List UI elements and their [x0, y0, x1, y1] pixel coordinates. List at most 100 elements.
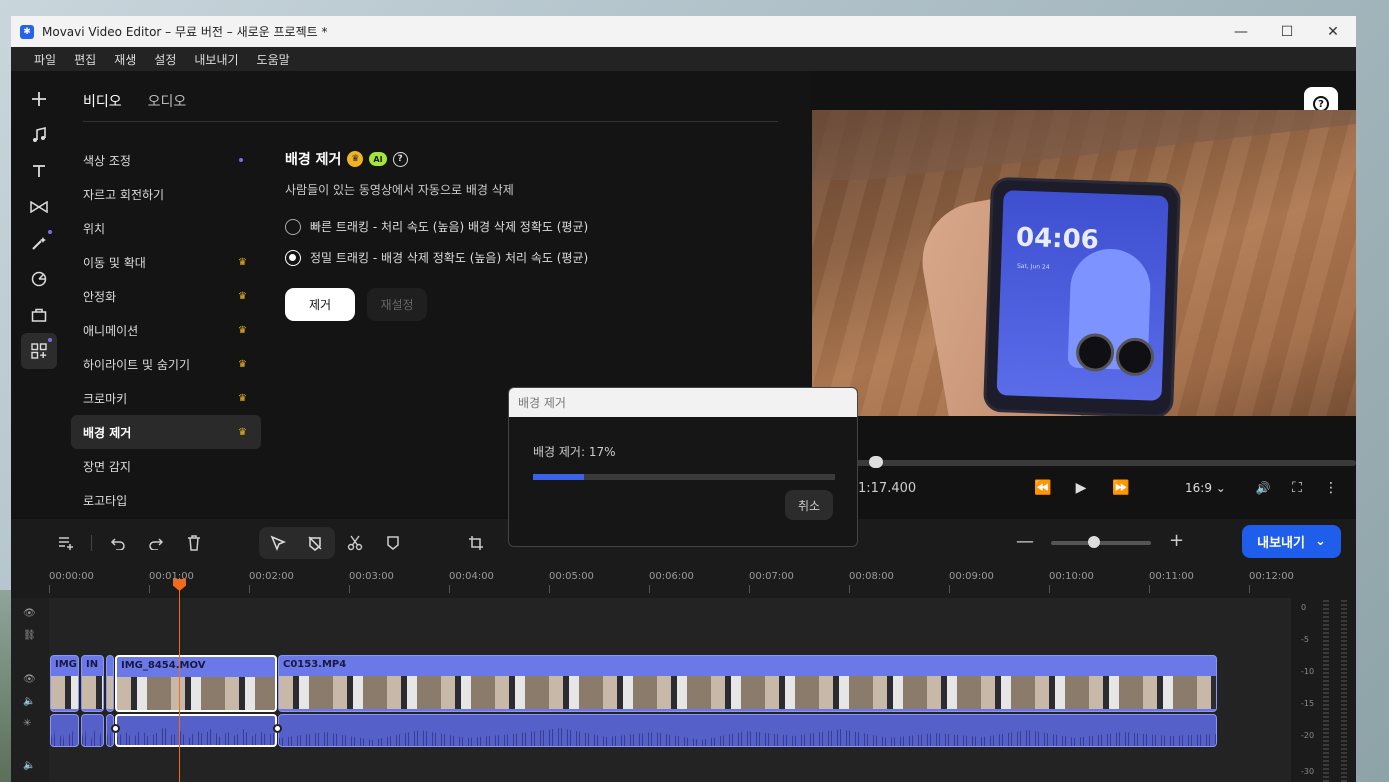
effect-position[interactable]: 위치	[71, 211, 261, 245]
video-clip[interactable]: C0153.MP4	[278, 655, 1217, 712]
menu-edit[interactable]: 편집	[65, 51, 105, 68]
undo-button[interactable]	[103, 528, 133, 558]
video-preview[interactable]: 04:06 Sat, Jun 24	[812, 110, 1356, 416]
forward-button[interactable]: ⏩	[1109, 476, 1133, 500]
fullscreen-button[interactable]: ⛶	[1285, 476, 1309, 500]
minimize-button[interactable]: —	[1218, 16, 1264, 47]
tab-video[interactable]: 비디오	[83, 91, 122, 111]
add-media-button[interactable]	[21, 81, 57, 117]
remove-button[interactable]: 제거	[285, 288, 355, 321]
split-button[interactable]	[340, 528, 370, 558]
menu-playback[interactable]: 재생	[105, 51, 145, 68]
clip-label: C0153.MP4	[283, 659, 347, 670]
audio-clip[interactable]	[278, 714, 1217, 747]
export-label: 내보내기	[1257, 536, 1305, 551]
effect-background-removal[interactable]: 배경 제거 ♛	[71, 415, 261, 449]
effect-color-adjust[interactable]: 색상 조정	[71, 143, 261, 177]
time-ruler[interactable]: 00:00:00 00:01:00 00:02:00 00:03:00 00:0…	[49, 567, 1294, 597]
select-tool-button[interactable]	[263, 528, 293, 558]
effect-crop-rotate[interactable]: 자르고 회전하기	[71, 177, 261, 211]
volume-button[interactable]: 🔊	[1251, 476, 1275, 500]
scrubber-knob[interactable]	[869, 456, 883, 468]
redo-button[interactable]	[141, 528, 171, 558]
effect-highlight-conceal[interactable]: 하이라이트 및 숨기기 ♛	[71, 347, 261, 381]
video-clip-selected[interactable]: IMG_8454.MOV	[115, 655, 277, 712]
tab-audio[interactable]: 오디오	[148, 91, 187, 111]
menu-export[interactable]: 내보내기	[185, 51, 247, 68]
video-clip[interactable]: IN	[81, 655, 104, 712]
effect-scene-detection[interactable]: 장면 감지	[71, 449, 261, 483]
option-fast-tracking[interactable]: 빠른 트래킹 - 처리 속도 (높음) 배경 삭제 정확도 (평균)	[285, 218, 785, 235]
zoom-in-button[interactable]: +	[1169, 530, 1184, 551]
track-settings-icon	[59, 537, 73, 550]
cancel-button[interactable]: 취소	[785, 490, 833, 520]
audio-clip-selected[interactable]	[115, 714, 277, 747]
waveform	[51, 728, 78, 746]
audio-fade-handle[interactable]	[273, 724, 282, 733]
audio-clip[interactable]	[81, 714, 104, 747]
ruler-tick: 00:08:00	[849, 571, 894, 593]
delete-button[interactable]	[179, 528, 209, 558]
window-title: Movavi Video Editor – 무료 버전 – 새로운 프로젝트 *	[42, 25, 328, 39]
play-button[interactable]: ▶	[1069, 476, 1093, 500]
menu-file[interactable]: 파일	[25, 51, 65, 68]
effect-chroma-key[interactable]: 크로마키 ♛	[71, 381, 261, 415]
more-tools-button[interactable]	[21, 333, 57, 369]
playhead[interactable]	[179, 581, 180, 782]
maximize-button[interactable]: ☐	[1264, 16, 1310, 47]
effects-button[interactable]	[21, 225, 57, 261]
tool-rail	[21, 81, 57, 369]
marker-button[interactable]	[378, 528, 408, 558]
option-precise-tracking[interactable]: 정밀 트래킹 - 배경 삭제 정확도 (높음) 처리 속도 (평균)	[285, 249, 785, 266]
toolbox-button[interactable]	[21, 297, 57, 333]
marker-tool-button[interactable]	[300, 528, 330, 558]
effect-logotype[interactable]: 로고타입	[71, 483, 261, 517]
aspect-ratio-select[interactable]: 16:9 ⌄	[1185, 481, 1226, 495]
audio-fade-handle[interactable]	[111, 724, 120, 733]
eye-icon[interactable]: 👁	[23, 674, 36, 685]
radio-fast[interactable]	[285, 218, 301, 235]
zoom-slider-knob[interactable]	[1088, 536, 1100, 548]
radio-precise[interactable]	[285, 249, 301, 266]
speaker-icon[interactable]: 🔈	[23, 760, 35, 771]
export-button[interactable]: 내보내기 ⌄	[1242, 525, 1341, 558]
effect-pan-zoom[interactable]: 이동 및 확대 ♛	[71, 245, 261, 279]
audio-clip[interactable]	[50, 714, 79, 747]
scissors-icon	[347, 535, 363, 551]
menu-help[interactable]: 도움말	[248, 51, 299, 68]
audio-fx-icon[interactable]: ✳	[23, 718, 31, 729]
speaker-icon[interactable]: 🔈	[23, 696, 35, 707]
video-clip[interactable]	[106, 655, 114, 712]
link-icon[interactable]: ⛓	[23, 630, 36, 641]
pointer-icon	[270, 535, 286, 551]
undo-icon	[110, 538, 125, 550]
ruler-tick: 00:00:00	[49, 571, 94, 593]
add-icon	[32, 92, 46, 106]
titles-button[interactable]	[21, 153, 57, 189]
effect-label: 안정화	[83, 289, 117, 304]
trash-icon	[188, 535, 200, 551]
chevron-down-icon: ⌄	[1314, 534, 1326, 549]
music-button[interactable]	[21, 117, 57, 153]
help-icon[interactable]: ?	[392, 151, 408, 167]
effect-animation[interactable]: 애니메이션 ♛	[71, 313, 261, 347]
close-button[interactable]: ✕	[1310, 16, 1356, 47]
zoom-slider[interactable]	[1051, 541, 1151, 545]
preview-scrubber[interactable]	[851, 460, 1356, 466]
eye-icon[interactable]: 👁	[23, 608, 36, 619]
stickers-button[interactable]	[21, 261, 57, 297]
track-settings-button[interactable]	[51, 528, 81, 558]
text-icon	[33, 165, 45, 177]
new-dot	[239, 158, 243, 162]
effect-stabilization[interactable]: 안정화 ♛	[71, 279, 261, 313]
transitions-button[interactable]	[21, 189, 57, 225]
ruler-tick: 00:12:00	[1249, 571, 1294, 593]
crop-button[interactable]	[461, 528, 491, 558]
rewind-button[interactable]: ⏪	[1031, 476, 1055, 500]
video-clip[interactable]: IMG	[50, 655, 79, 712]
track-header: 👁 ⛓ 👁 🔈 ✳ 🔈	[11, 598, 49, 782]
zoom-out-button[interactable]: —	[1016, 531, 1034, 552]
reset-button[interactable]: 재설정	[367, 288, 427, 321]
more-button[interactable]: ⋮	[1319, 476, 1343, 500]
menu-settings[interactable]: 설정	[145, 51, 185, 68]
